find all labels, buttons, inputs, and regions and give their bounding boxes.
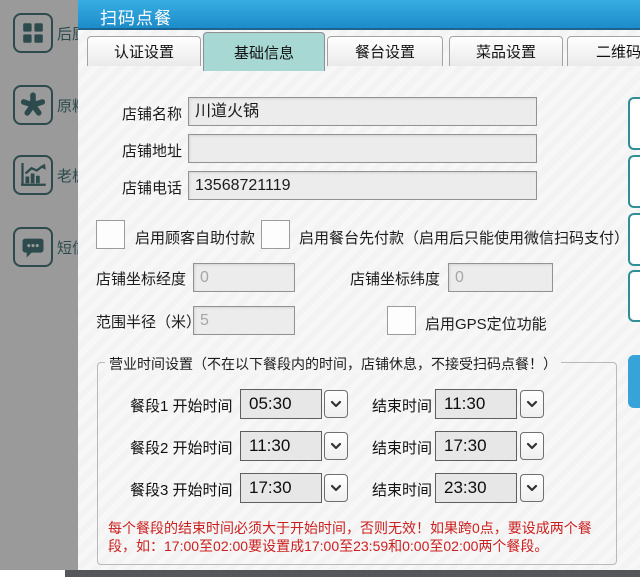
- edge-button-4[interactable]: [628, 270, 640, 322]
- tab-qrcode[interactable]: 二维码: [567, 36, 640, 66]
- main-window: 扫码点餐 认证设置 基础信息 餐台设置 菜品设置 二维码 店铺名称 川道火锅 店…: [78, 0, 640, 570]
- grid-icon[interactable]: [13, 13, 53, 53]
- tab-auth-settings[interactable]: 认证设置: [87, 36, 201, 66]
- period2-start-select[interactable]: 11:30: [240, 431, 322, 461]
- period3-end-dropdown-button[interactable]: [520, 474, 544, 502]
- table-prepay-checkbox[interactable]: [261, 220, 290, 249]
- chevron-down-icon: [330, 484, 342, 492]
- period3-end-select[interactable]: 23:30: [435, 473, 517, 503]
- tab-label: 菜品设置: [476, 41, 536, 62]
- content-area: 认证设置 基础信息 餐台设置 菜品设置 二维码 店铺名称 川道火锅 店铺地址 店…: [78, 30, 640, 570]
- latitude-input[interactable]: 0: [448, 263, 553, 292]
- period3-label: 餐段3 开始时间: [130, 479, 233, 500]
- edge-button-3[interactable]: [628, 213, 640, 266]
- period1-label: 餐段1 开始时间: [130, 395, 233, 416]
- shop-name-label: 店铺名称: [122, 103, 182, 124]
- period2-start-dropdown-button[interactable]: [324, 432, 348, 460]
- title-bar: 扫码点餐: [78, 0, 640, 30]
- radius-input[interactable]: 5: [193, 306, 295, 335]
- period1-end-select[interactable]: 11:30: [435, 389, 517, 419]
- shop-name-input[interactable]: 川道火锅: [188, 97, 537, 126]
- table-prepay-label: 启用餐台先付款（启用后只能使用微信扫码支付）: [299, 227, 629, 248]
- longitude-label: 店铺坐标经度: [96, 268, 186, 289]
- longitude-input[interactable]: 0: [193, 263, 295, 292]
- period3-start-select[interactable]: 17:30: [240, 473, 322, 503]
- self-pay-label: 启用顾客自助付款: [135, 227, 255, 248]
- business-hours-legend: 营业时间设置（不在以下餐段内的时间，店铺休息，不接受扫码点餐！）: [105, 354, 561, 374]
- edge-button-blue[interactable]: [628, 355, 640, 408]
- shop-phone-input[interactable]: 13568721119: [188, 171, 537, 200]
- tab-table-settings[interactable]: 餐台设置: [327, 36, 443, 66]
- tab-label: 认证设置: [114, 41, 174, 62]
- edge-button-2[interactable]: [628, 155, 640, 208]
- chevron-down-icon: [526, 442, 538, 450]
- period1-end-label: 结束时间: [372, 395, 432, 416]
- period-warning-text: 每个餐段的结束时间必须大于开始时间，否则无效！如果跨0点，要设成两个餐段，如：1…: [108, 519, 606, 555]
- chart-icon[interactable]: [13, 155, 53, 195]
- asterisk-icon[interactable]: [13, 85, 53, 125]
- period3-start-dropdown-button[interactable]: [324, 474, 348, 502]
- period2-end-label: 结束时间: [372, 437, 432, 458]
- period1-start-dropdown-button[interactable]: [324, 390, 348, 418]
- tab-label: 二维码: [596, 41, 640, 62]
- tab-label: 餐台设置: [355, 41, 415, 62]
- period3-end-label: 结束时间: [372, 479, 432, 500]
- tab-dish-settings[interactable]: 菜品设置: [449, 36, 563, 66]
- chevron-down-icon: [330, 442, 342, 450]
- edge-button-1[interactable]: [628, 97, 640, 150]
- radius-label: 范围半径（米）: [96, 311, 201, 332]
- shop-address-label: 店铺地址: [122, 140, 182, 161]
- self-pay-checkbox[interactable]: [96, 220, 125, 249]
- chevron-down-icon: [526, 484, 538, 492]
- gps-label: 启用GPS定位功能: [425, 313, 547, 334]
- shop-address-input[interactable]: [188, 134, 537, 163]
- gps-checkbox[interactable]: [387, 306, 416, 335]
- shop-phone-label: 店铺电话: [122, 177, 182, 198]
- tab-basic-info[interactable]: 基础信息: [203, 32, 325, 71]
- window-bottom-edge: [65, 570, 640, 577]
- period2-end-dropdown-button[interactable]: [520, 432, 544, 460]
- period1-end-dropdown-button[interactable]: [520, 390, 544, 418]
- app-window: 后厨 原料: [0, 0, 640, 577]
- period2-label: 餐段2 开始时间: [130, 437, 233, 458]
- chevron-down-icon: [526, 400, 538, 408]
- chevron-down-icon: [330, 400, 342, 408]
- message-icon[interactable]: [13, 227, 53, 267]
- latitude-label: 店铺坐标纬度: [350, 268, 440, 289]
- period1-start-select[interactable]: 05:30: [240, 389, 322, 419]
- page-title: 扫码点餐: [100, 4, 172, 29]
- sidebar: 后厨 原料: [0, 0, 78, 570]
- tab-label: 基础信息: [234, 42, 294, 63]
- period2-end-select[interactable]: 17:30: [435, 431, 517, 461]
